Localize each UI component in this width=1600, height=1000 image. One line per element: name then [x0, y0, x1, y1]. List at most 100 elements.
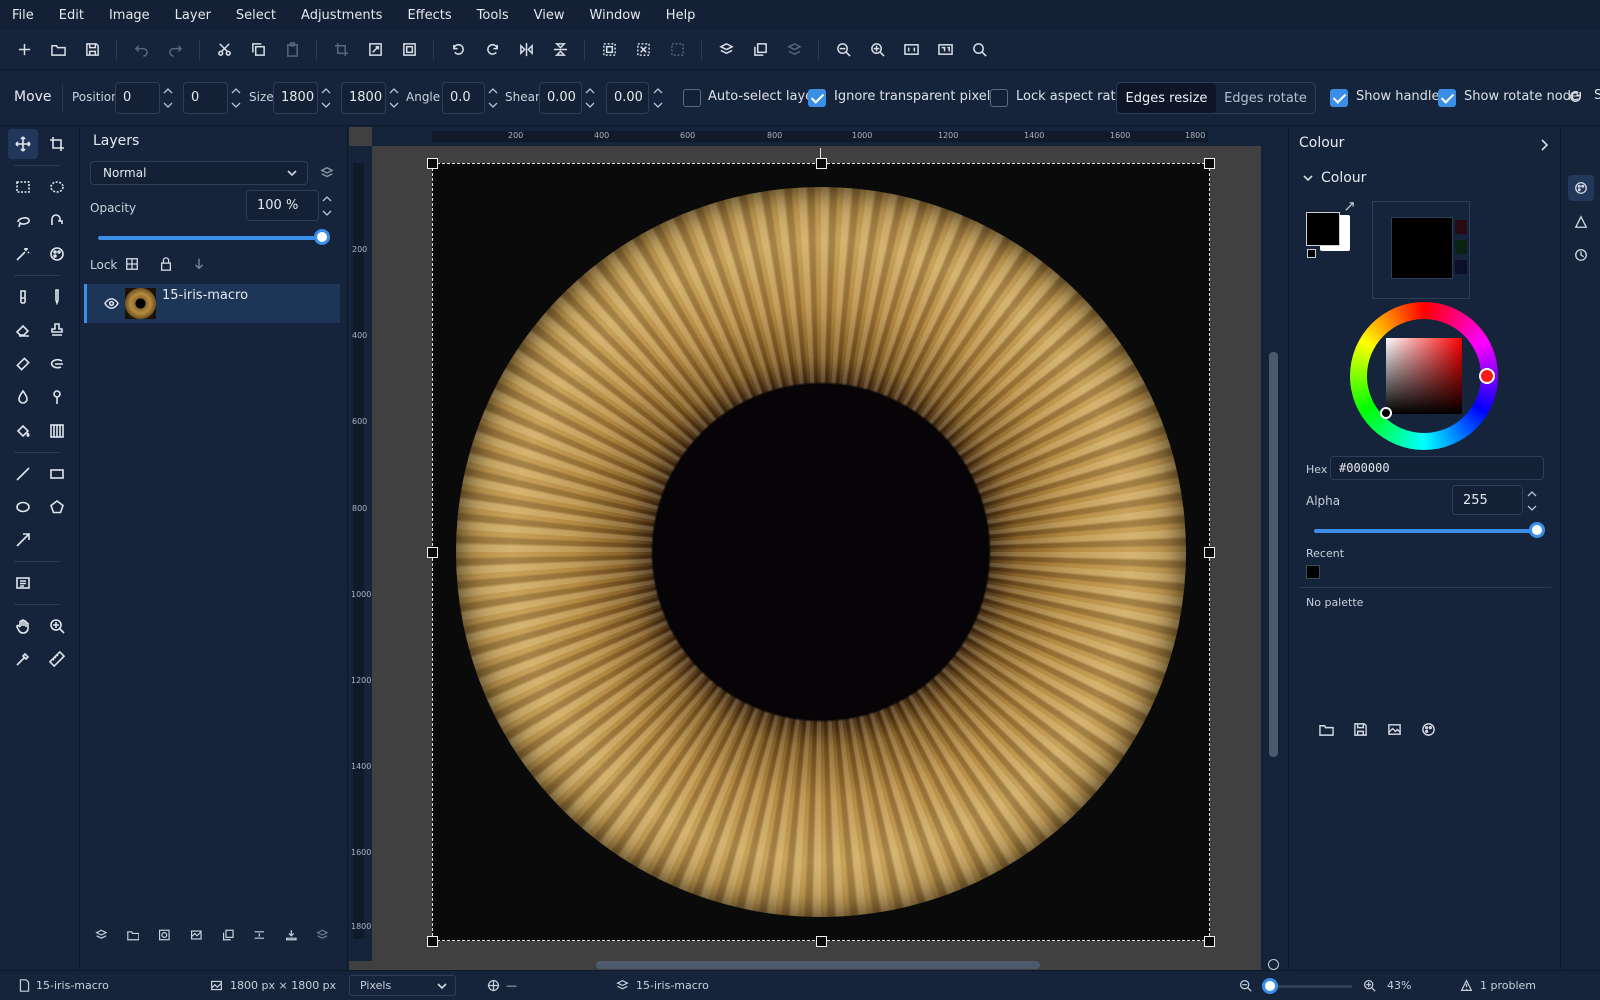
menu-layer[interactable]: Layer [175, 8, 211, 23]
opacity-slider[interactable] [98, 236, 324, 240]
menu-file[interactable]: File [12, 8, 34, 23]
paste-icon[interactable] [282, 40, 302, 60]
clone-stamp-icon[interactable] [42, 315, 72, 345]
saturation-value-handle[interactable] [1380, 407, 1392, 419]
saturation-value-square[interactable] [1386, 338, 1462, 414]
opacity-input[interactable]: 100 % [246, 190, 319, 221]
flip-horizontal-icon[interactable] [516, 40, 536, 60]
magnetic-lasso-icon[interactable] [42, 206, 72, 236]
size-width-input[interactable]: 1800 [273, 82, 318, 114]
healing-brush-icon[interactable] [8, 349, 38, 379]
handle-bottom-right[interactable] [1204, 936, 1215, 947]
handle-top-left[interactable] [427, 158, 438, 169]
blend-mode-select[interactable]: Normal [90, 161, 308, 185]
flip-vertical-icon[interactable] [550, 40, 570, 60]
zoom-out-icon[interactable] [833, 40, 853, 60]
zoom-slider[interactable] [1270, 985, 1352, 988]
menu-tools[interactable]: Tools [477, 8, 509, 23]
reset-view-icon[interactable] [1268, 959, 1279, 970]
lock-aspect-ratio-checkbox[interactable] [990, 89, 1008, 107]
fill-bucket-icon[interactable] [8, 416, 38, 446]
menu-edit[interactable]: Edit [59, 8, 84, 23]
shear-y-input[interactable]: 0.00 [606, 82, 649, 114]
alpha-stepper[interactable] [1526, 487, 1538, 515]
shear-x-input[interactable]: 0.00 [539, 82, 582, 114]
opacity-stepper[interactable] [321, 192, 333, 220]
layer-properties-icon[interactable] [320, 166, 334, 180]
color-select-icon[interactable] [42, 239, 72, 269]
zoom-out-icon[interactable] [1239, 979, 1252, 995]
hand-tool-icon[interactable] [8, 611, 38, 641]
show-handles-checkbox[interactable] [1330, 89, 1348, 107]
lock-layer-icon[interactable] [159, 257, 173, 275]
vertical-scrollbar[interactable] [1269, 352, 1278, 757]
menu-window[interactable]: Window [590, 8, 641, 23]
size-height-input[interactable]: 1800 [341, 82, 386, 114]
rectangle-select-icon[interactable] [8, 172, 38, 202]
zoom-in-icon[interactable] [1363, 979, 1376, 995]
swap-colors-icon[interactable] [1344, 201, 1355, 216]
angle-stepper[interactable] [487, 84, 499, 112]
duplicate-layer-icon[interactable] [222, 928, 235, 942]
delete-layer-icon[interactable] [316, 928, 329, 942]
deselect-icon[interactable] [633, 40, 653, 60]
actual-size-icon[interactable] [901, 40, 921, 60]
transform-bounding-box[interactable] [432, 163, 1210, 941]
show-rotate-node-checkbox[interactable] [1438, 89, 1456, 107]
ellipse-select-icon[interactable] [42, 172, 72, 202]
resize-image-icon[interactable] [365, 40, 385, 60]
handle-top-right[interactable] [1204, 158, 1215, 169]
handle-middle-right[interactable] [1204, 547, 1215, 558]
hex-input[interactable]: #000000 [1330, 456, 1544, 480]
angle-input[interactable]: 0.0 [442, 82, 485, 114]
menu-view[interactable]: View [534, 8, 565, 23]
reset-colors-icon[interactable] [1307, 249, 1316, 258]
invert-selection-icon[interactable] [667, 40, 687, 60]
smudge-tool-icon[interactable] [42, 349, 72, 379]
edges-resize-button[interactable]: Edges resize [1117, 83, 1216, 113]
brush-tool-icon[interactable] [8, 282, 38, 312]
best-fit-icon[interactable] [935, 40, 955, 60]
position-x-input[interactable]: 0 [115, 82, 160, 114]
rectangle-tool-icon[interactable] [42, 459, 72, 489]
handle-bottom-center[interactable] [816, 936, 827, 947]
colour-panel-tab-icon[interactable] [1568, 175, 1594, 201]
chevron-down-icon[interactable] [1302, 172, 1314, 187]
history-swatch[interactable] [1455, 260, 1467, 274]
warning-icon[interactable] [1460, 979, 1473, 995]
history-tab-icon[interactable] [1568, 242, 1594, 268]
alpha-slider[interactable] [1314, 529, 1538, 533]
polygon-tool-icon[interactable] [42, 492, 72, 522]
menu-help[interactable]: Help [666, 8, 696, 23]
search-icon[interactable] [969, 40, 989, 60]
move-tool-icon[interactable] [8, 129, 38, 159]
handle-top-center[interactable] [816, 158, 827, 169]
size-width-stepper[interactable] [320, 84, 332, 112]
copy-icon[interactable] [248, 40, 268, 60]
rotate-right-icon[interactable] [482, 40, 502, 60]
dodge-burn-icon[interactable] [42, 382, 72, 412]
pencil-tool-icon[interactable] [42, 282, 72, 312]
rotate-left-icon[interactable] [448, 40, 468, 60]
select-all-icon[interactable] [599, 40, 619, 60]
edges-rotate-button[interactable]: Edges rotate [1216, 83, 1315, 113]
hue-handle[interactable] [1479, 368, 1495, 384]
layer-properties-icon[interactable] [716, 40, 736, 60]
visibility-eye-icon[interactable] [104, 296, 119, 315]
adjustments-tab-icon[interactable] [1568, 209, 1594, 235]
add-group-icon[interactable] [126, 928, 140, 942]
status-problems[interactable]: 1 problem [1480, 979, 1536, 992]
history-swatch[interactable] [1455, 220, 1467, 234]
open-folder-icon[interactable] [48, 40, 68, 60]
position-x-stepper[interactable] [162, 84, 174, 112]
chevron-right-icon[interactable] [1539, 139, 1549, 155]
magic-wand-icon[interactable] [8, 239, 38, 269]
foreground-color-swatch[interactable] [1306, 212, 1340, 246]
position-y-stepper[interactable] [230, 84, 242, 112]
resize-canvas-icon[interactable] [399, 40, 419, 60]
redo-icon[interactable] [165, 40, 185, 60]
new-file-icon[interactable] [14, 40, 34, 60]
lasso-select-icon[interactable] [8, 206, 38, 236]
palette-icon[interactable] [1421, 722, 1436, 737]
color-history-grid[interactable] [1372, 201, 1470, 299]
